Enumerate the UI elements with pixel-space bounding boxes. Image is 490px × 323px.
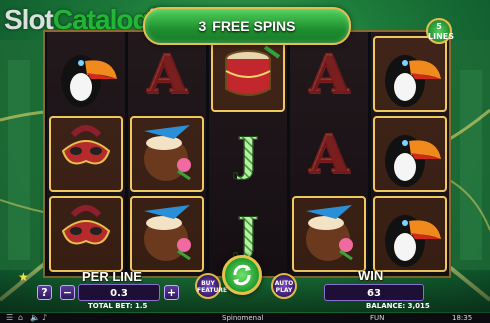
symbol-a: A <box>292 36 366 112</box>
auto-play-button[interactable]: AUTO PLAY <box>271 273 297 299</box>
symbol-toucan <box>373 116 447 192</box>
toucan-icon <box>385 135 441 187</box>
balance: BALANCE: 3,015 <box>366 302 430 310</box>
per-line-label: PER LINE <box>82 269 142 284</box>
total-bet: TOTAL BET: 1.5 <box>88 302 147 310</box>
coconut-cocktail-icon <box>144 205 191 261</box>
home-icon[interactable]: ⌂ <box>18 313 23 323</box>
symbol-drum <box>211 36 285 112</box>
symbol-coconut-cocktail <box>130 196 204 272</box>
symbol-a-letter: A <box>308 43 350 105</box>
reel-3: J J <box>209 32 287 276</box>
clock: 18:35 <box>452 314 473 322</box>
total-bet-label: TOTAL BET: <box>88 302 133 310</box>
toucan-icon <box>385 215 441 267</box>
reel-1 <box>47 32 125 276</box>
buy-feature-line1: BUY <box>201 280 215 287</box>
win-value: 63 <box>324 284 424 301</box>
drum-icon <box>225 45 281 96</box>
provider-name: Spinomenal <box>222 314 264 322</box>
star-icon: ★ <box>18 270 29 284</box>
symbol-toucan <box>373 36 447 112</box>
buy-feature-button[interactable]: BUY FEATURE <box>195 273 228 299</box>
reels-area: A J J A A <box>43 30 451 278</box>
symbol-carnival-mask <box>49 116 123 192</box>
status-bar: ☰ ⌂ 🔈 ♪ Spinomenal FUN 18:35 <box>0 313 490 323</box>
balance-label: BALANCE: <box>366 302 406 310</box>
symbol-a: A <box>130 36 204 112</box>
total-bet-value: 1.5 <box>135 302 148 310</box>
toucan-icon <box>61 55 117 107</box>
coconut-cocktail-icon <box>144 125 191 181</box>
sound-icon[interactable]: 🔈 <box>30 313 40 323</box>
auto-play-line2: PLAY <box>275 287 293 294</box>
help-button[interactable]: ? <box>37 285 52 300</box>
mode-label: FUN <box>370 314 385 322</box>
lines-number: 5 <box>436 22 442 31</box>
symbol-toucan <box>373 196 447 272</box>
symbol-a: A <box>292 116 366 192</box>
spin-button[interactable] <box>222 255 262 295</box>
music-icon[interactable]: ♪ <box>42 313 47 323</box>
lines-text: LINES <box>428 32 454 41</box>
lines-badge: 5 LINES <box>426 18 454 44</box>
free-spins-banner: 3 FREE SPINS <box>143 7 351 45</box>
menu-icon[interactable]: ☰ <box>6 313 13 323</box>
spin-arrows-icon <box>233 264 251 286</box>
symbol-carnival-mask <box>49 196 123 272</box>
per-line-value: 0.3 <box>78 284 160 301</box>
buy-feature-line2: FEATURE <box>197 287 228 294</box>
auto-play-line1: AUTO <box>274 280 294 287</box>
symbol-a-letter: A <box>146 43 188 105</box>
symbol-j: J <box>211 116 285 192</box>
reel-2: A <box>128 32 206 276</box>
reel-4: A A <box>290 32 368 276</box>
carnival-mask-icon <box>61 125 111 165</box>
symbol-coconut-cocktail <box>292 196 366 272</box>
coconut-cocktail-icon <box>306 205 353 261</box>
reel-5 <box>371 32 449 276</box>
balance-value: 3,015 <box>407 302 430 310</box>
symbol-j-letter: J <box>237 207 260 262</box>
bet-decrease-button[interactable]: − <box>60 285 75 300</box>
symbol-a-letter: A <box>308 123 350 185</box>
free-spins-count: 3 <box>198 18 207 34</box>
free-spins-text: FREE SPINS <box>212 18 296 34</box>
symbol-coconut-cocktail <box>130 116 204 192</box>
toucan-icon <box>385 55 441 107</box>
symbol-j-letter: J <box>237 127 260 182</box>
game-stage: SlotCatalogcom <box>0 0 490 323</box>
carnival-mask-icon <box>61 205 111 245</box>
symbol-toucan <box>49 36 123 112</box>
bet-increase-button[interactable]: + <box>164 285 179 300</box>
win-label: WIN <box>358 268 384 283</box>
